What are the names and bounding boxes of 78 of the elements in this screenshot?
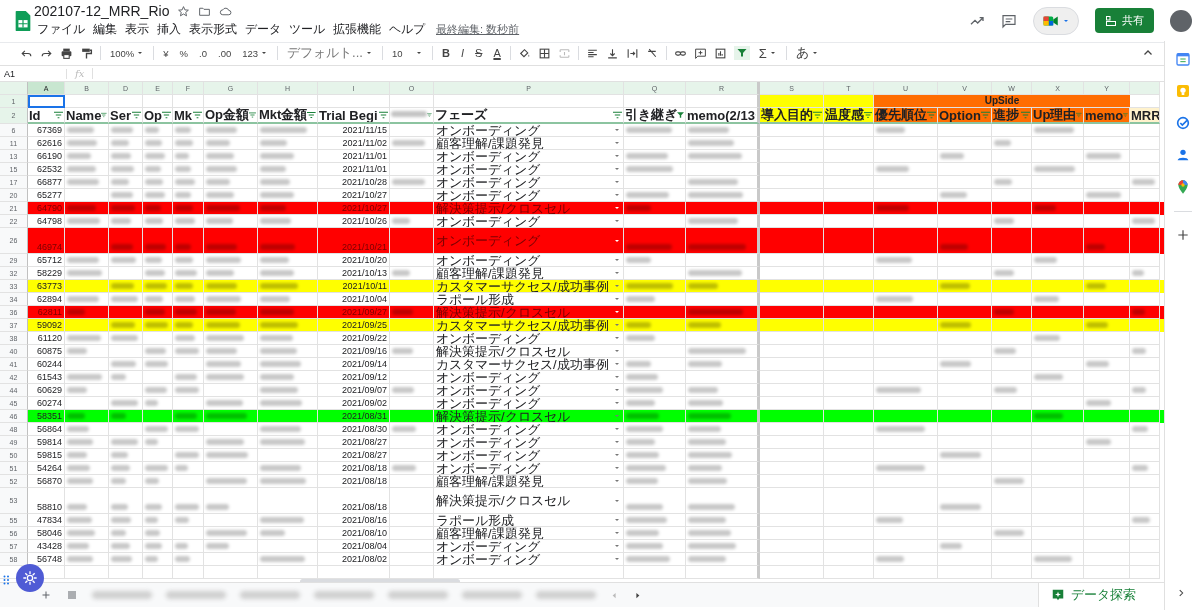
functions-button[interactable]: Σ [756,44,779,62]
input-tools-button[interactable]: あ [793,43,821,63]
table-cell: 2021/08/02 [318,553,390,566]
format-dropdown[interactable]: 123 [240,46,271,60]
menu-item[interactable]: 拡張機能 [330,21,384,38]
menu-item[interactable]: ツール [286,21,328,38]
increase-decimal-button[interactable]: .00 [216,46,234,60]
phase-dropdown[interactable]: オンボーディング [434,540,624,553]
phase-dropdown[interactable]: 顧客理解/課題発見 [434,527,624,540]
column-header: フェーズ [435,108,487,122]
currency-button[interactable]: ¥ [161,46,171,60]
percent-button[interactable]: % [177,46,191,60]
share-button[interactable]: 共有 [1095,8,1154,33]
column-header: Op [144,108,163,122]
phase-dropdown[interactable]: オンボーディング [434,462,624,475]
menu-item[interactable]: 表示形式 [186,21,240,38]
phase-dropdown[interactable]: オンボーディング [434,436,624,449]
phase-dropdown[interactable]: オンボーディング [434,254,624,267]
menu-item[interactable]: 編集 [90,21,120,38]
phase-dropdown[interactable]: オンボーディング [434,553,624,566]
column-header: 導入目的 [761,108,813,122]
phase-dropdown[interactable]: ラポール形成 [434,514,624,527]
bold-button[interactable]: B [440,46,452,60]
menu-item[interactable]: 挿入 [154,21,184,38]
menu-item[interactable]: 表示 [122,21,152,38]
column-header: Trial Begi [319,108,378,122]
menu-item[interactable]: ファイル [34,21,88,38]
column-header: Name [66,108,102,122]
menu-item[interactable]: ヘルプ [386,21,428,38]
column-header: Op金額 [205,108,250,122]
phase-dropdown[interactable]: オンボーディング [434,332,624,345]
phase-dropdown[interactable]: カスタマーサクセス/成功事例 [434,280,624,293]
phase-dropdown[interactable]: 顧客理解/課題発見 [434,137,624,150]
phase-dropdown[interactable]: オンボーディング [434,215,624,228]
column-header: Up理由 [1033,108,1077,122]
phase-dropdown[interactable]: オンボーディング [434,423,624,436]
column-header: memo(2/13 [687,108,755,122]
phase-dropdown[interactable]: オンボーディング [434,189,624,202]
italic-button[interactable]: I [459,46,467,60]
phase-dropdown[interactable]: オンボーディング [434,371,624,384]
document-title[interactable]: 202107-12_MRR_Rio [34,3,170,19]
column-header: Mk [174,108,193,122]
explore-button[interactable]: データ探索 [1038,583,1165,607]
phase-dropdown[interactable]: オンボーディング [434,163,624,176]
column-header: memo [1085,108,1124,122]
column-header: Ser [110,108,131,122]
phase-dropdown[interactable]: オンボーディング [434,397,624,410]
font-size-dropdown[interactable]: 10 [389,46,426,60]
column-header: Mkt金額 [259,108,308,122]
phase-dropdown[interactable]: オンボーディング [434,124,624,137]
column-header: 温度感 [825,108,864,122]
phase-dropdown[interactable]: 解決策提示/クロスセル [434,410,624,423]
last-edit-link[interactable]: 最終編集: 数秒前 [436,22,520,37]
column-header: 引き継ぎ [625,108,677,122]
column-header: 優先順位 [875,108,927,122]
phase-dropdown[interactable]: オンボーディング [434,150,624,163]
phase-dropdown[interactable]: オンボーディング [434,176,624,189]
phase-dropdown[interactable]: 顧客理解/課題発見 [434,267,624,280]
zoom-dropdown[interactable]: 100% [108,46,147,60]
group-header: UpSide [874,95,1130,108]
column-header: Id [29,108,41,122]
text-color-button[interactable]: A [491,46,503,60]
phase-dropdown[interactable]: 解決策提示/クロスセル [434,345,624,358]
decrease-decimal-button[interactable]: .0 [197,46,209,60]
formula-label: fx [67,68,94,79]
name-box[interactable]: A1 [0,68,67,79]
phase-dropdown[interactable]: オンボーディング [434,384,624,397]
phase-dropdown[interactable]: カスタマーサクセス/成功事例 [434,358,624,371]
phase-dropdown[interactable]: ラポール形成 [434,293,624,306]
column-header: 進捗 [993,108,1019,122]
phase-dropdown[interactable]: 顧客理解/課題発見 [434,475,624,488]
font-dropdown[interactable]: デフォルト... [285,43,375,63]
menu-item[interactable]: データ [242,21,284,38]
phase-dropdown[interactable]: 解決策提示/クロスセル [434,488,624,514]
strikethrough-button[interactable]: S [473,46,485,60]
phase-dropdown[interactable]: カスタマーサクセス/成功事例 [434,319,624,332]
column-header: Option [939,108,981,122]
phase-dropdown[interactable]: オンボーディング [434,449,624,462]
